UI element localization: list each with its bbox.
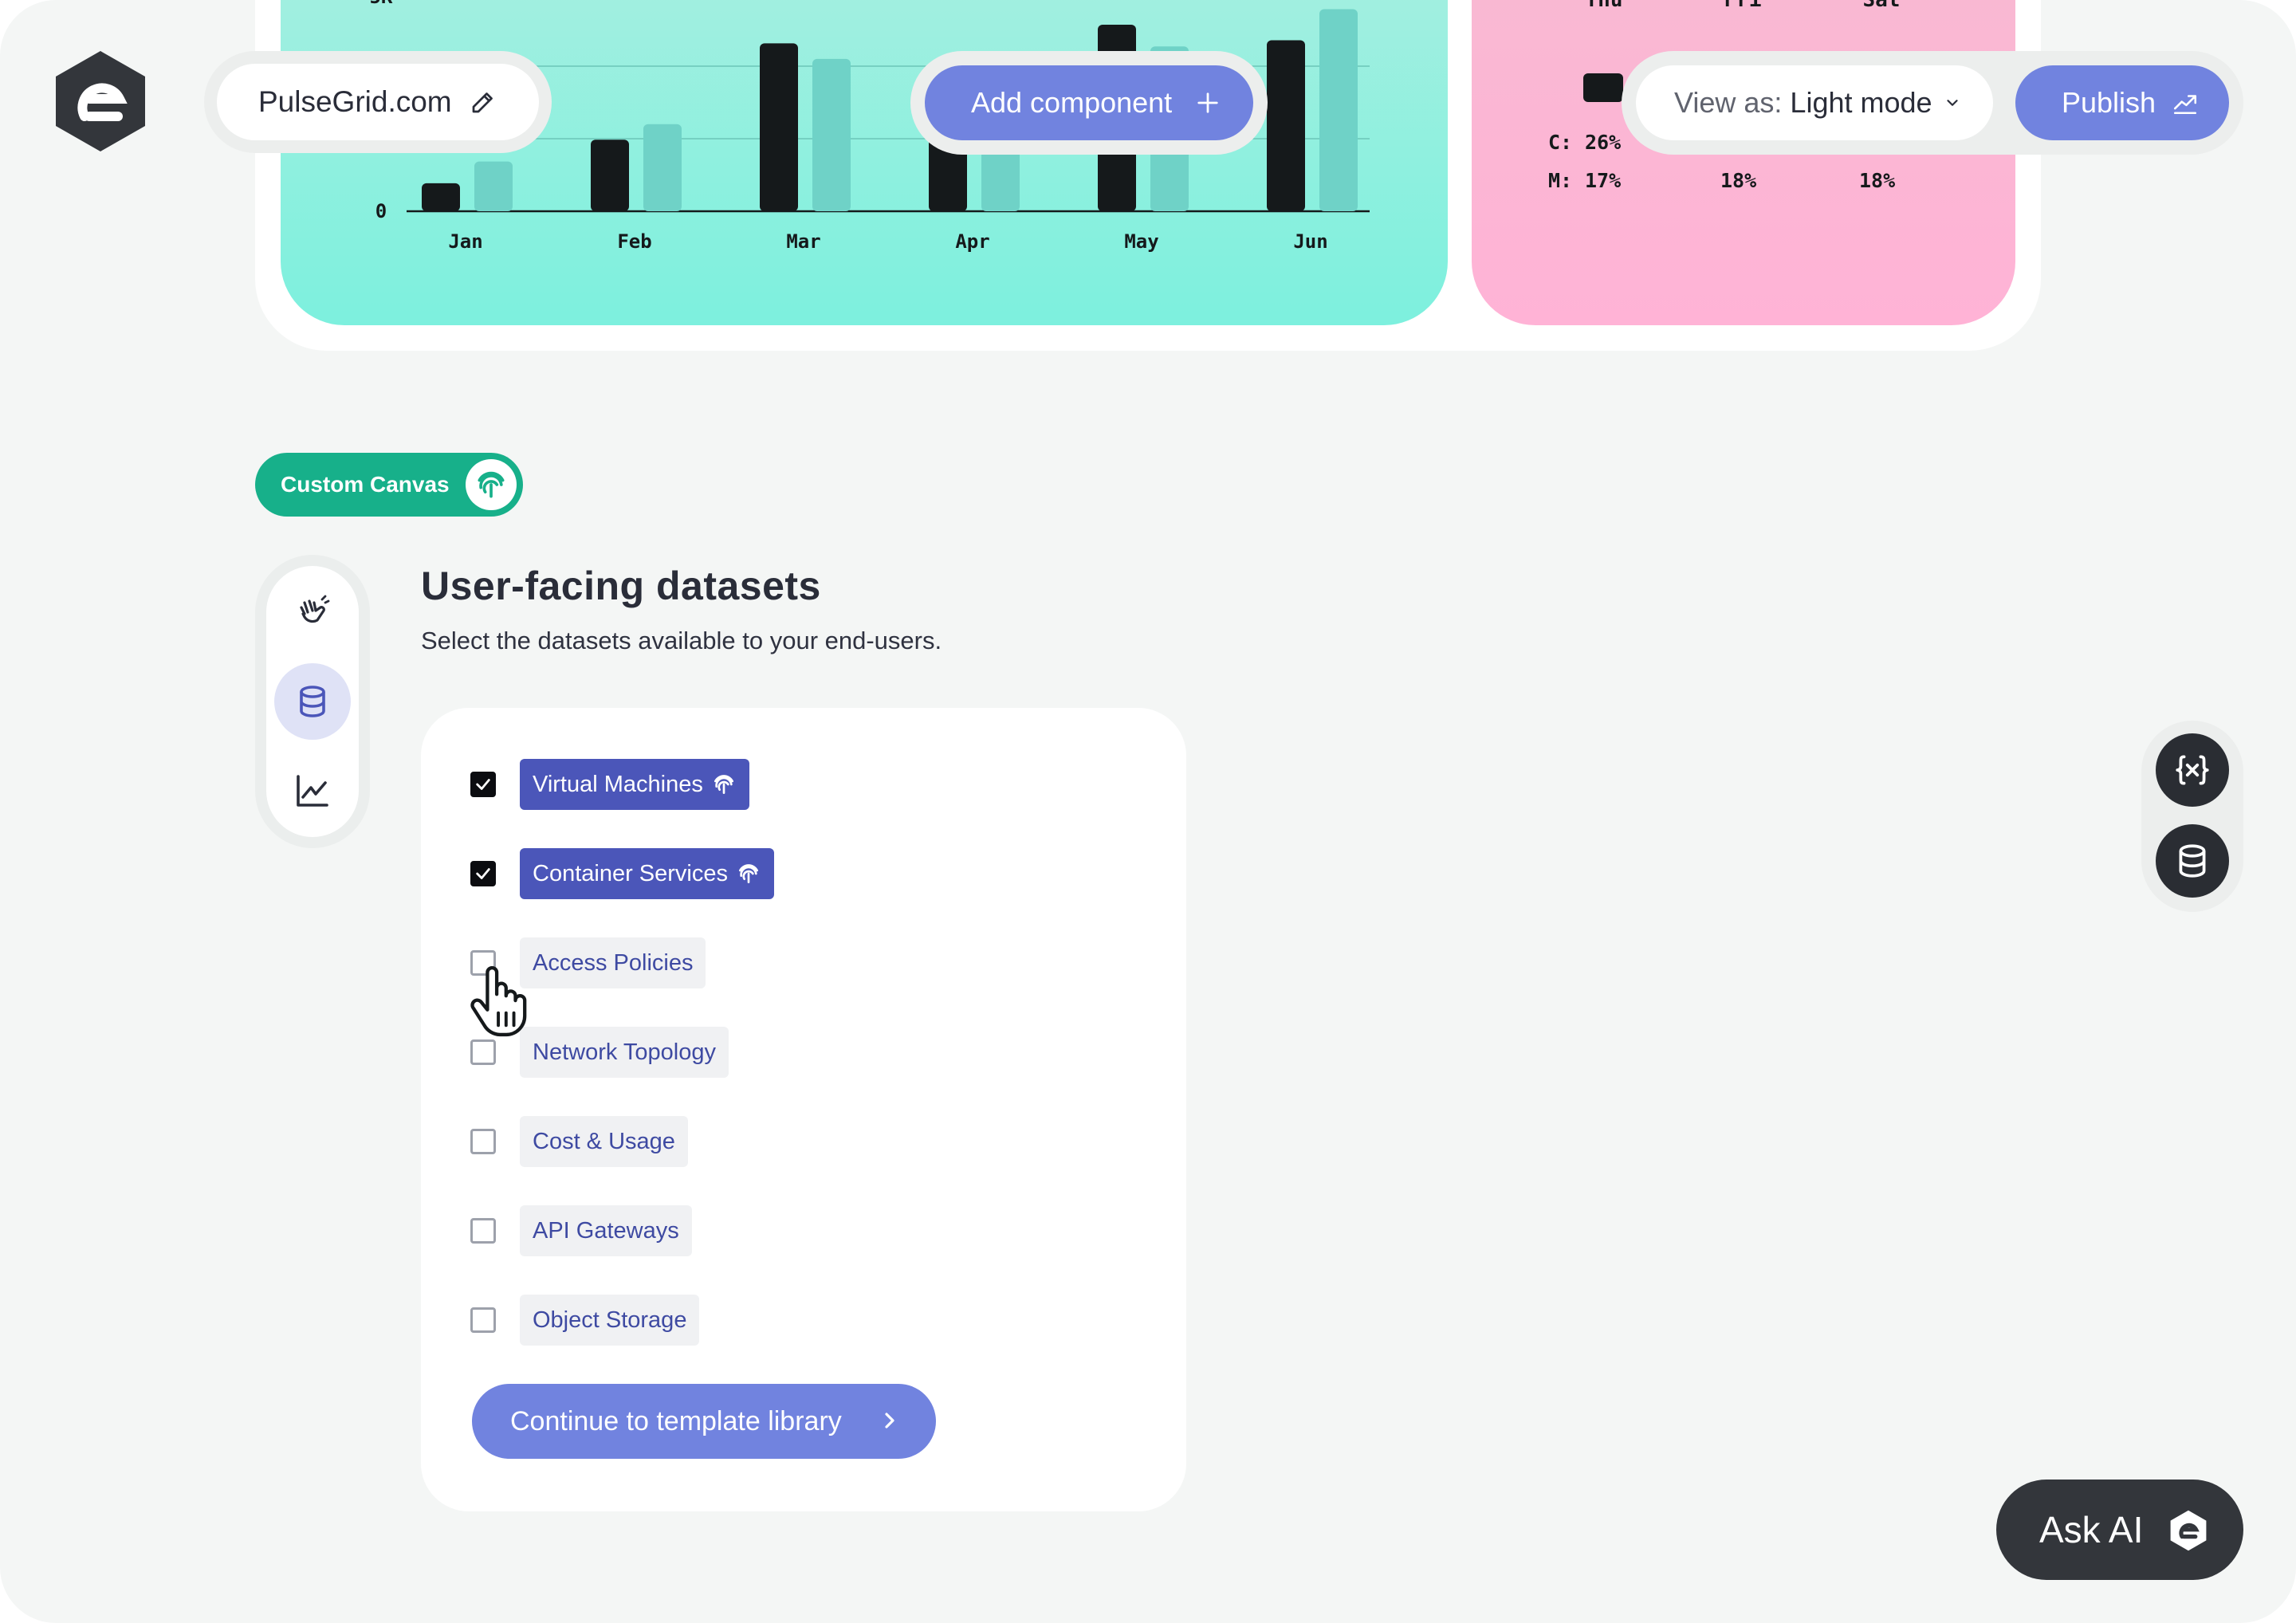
dataset-row[interactable]: Virtual Machines [470,759,749,810]
database-icon[interactable] [274,663,351,740]
bar-chart: 0 5K Jan Feb Mar Apr May Jun [370,0,1370,253]
site-name-pill[interactable]: PulseGrid.com [217,64,539,140]
dataset-chip[interactable]: Access Policies [520,937,706,988]
line-chart-icon[interactable] [274,753,351,829]
chart-y-tick-label: 5K [370,0,393,8]
add-component-button[interactable]: Add component [925,65,1253,140]
checkmark-icon [476,868,490,879]
ask-ai-button[interactable]: Ask AI [1996,1480,2243,1580]
dataset-chip[interactable]: Network Topology [520,1027,729,1078]
chart-x-tick-label: Jun [1293,230,1327,253]
metrics-row-m-value-fri: 18% [1720,169,1756,192]
metrics-row-c-label: C: [1548,131,1572,154]
section-subtitle: Select the datasets available to your en… [421,627,942,654]
metrics-row-m-value-thu: 17% [1585,169,1621,192]
metrics-row-m-label: M: [1548,169,1572,192]
dataset-label: Object Storage [533,1307,687,1333]
chevron-down-icon [1947,100,1958,106]
dataset-row[interactable]: Container Services [470,848,774,899]
dataset-chip[interactable]: API Gateways [520,1205,692,1256]
dataset-checkbox[interactable] [470,861,496,886]
plus-icon [1197,92,1218,113]
hand-cursor-icon [470,966,527,1037]
chart-bar-dark [760,43,798,212]
dataset-chip[interactable]: Object Storage [520,1295,700,1346]
chart-x-tick-label: Mar [786,230,820,253]
dataset-label: Network Topology [533,1039,716,1065]
dataset-row[interactable]: Object Storage [470,1295,700,1346]
metrics-day-fri: Fri [1724,0,1762,12]
dataset-checkbox[interactable] [470,1218,496,1244]
dataset-label: Cost & Usage [533,1128,675,1154]
metrics-row-m-value-sat: 18% [1859,169,1895,192]
dataset-row[interactable]: Cost & Usage [470,1116,688,1167]
chart-x-tick-label: Jan [448,230,482,253]
checkmark-icon [476,779,490,790]
chart-x-tick-label: May [1124,230,1158,253]
dataset-checkbox[interactable] [470,1307,496,1333]
continue-label: Continue to template library [510,1405,842,1436]
chart-bar-light [812,58,851,211]
chart-bar-dark [1267,40,1305,211]
dataset-chip[interactable]: Cost & Usage [520,1116,688,1167]
continue-template-library-button[interactable]: Continue to template library [472,1384,936,1459]
app-logo-icon[interactable] [53,49,148,153]
dataset-checkbox[interactable] [470,1039,496,1065]
dataset-label: API Gateways [533,1217,679,1244]
pencil-icon[interactable] [469,88,497,116]
dataset-label: Container Services [533,860,728,886]
chart-bar-dark [422,183,460,211]
fingerprint-icon [466,459,517,510]
chart-bar-light [643,124,682,211]
publish-button[interactable]: Publish [2015,65,2229,140]
chart-x-tick-label: Apr [955,230,989,253]
chart-bar-light [474,161,513,211]
view-as-label: View as: [1674,86,1783,119]
dataset-checkbox[interactable] [470,772,496,797]
metrics-bar [1583,73,1623,102]
hand-wave-icon[interactable] [274,574,351,650]
section-title: User-facing datasets [421,564,821,608]
publish-label: Publish [2062,86,2156,119]
chart-x-tick-label: Feb [617,230,651,253]
chart-y-tick-label: 0 [375,200,387,222]
publish-icon [2173,95,2197,115]
view-as-value: Light mode [1790,86,1932,119]
custom-canvas-tag: Custom Canvas [255,453,523,517]
ask-ai-label: Ask AI [2039,1509,2144,1550]
chevron-right-icon [885,1413,894,1428]
bar-chart-panel: 0 5K Jan Feb Mar Apr May Jun [281,0,1448,325]
dataset-checkbox[interactable] [470,1129,496,1154]
chart-bar-dark [591,140,629,211]
fingerprint-icon [711,772,737,797]
dataset-label: Virtual Machines [533,771,703,797]
view-as-dropdown[interactable]: View as: Light mode [1636,65,1993,140]
metrics-svg: Thu Fri Sat C: 26% M: 17% 18% 18% [1548,0,1901,192]
variables-icon[interactable] [2156,733,2229,807]
site-name-text: PulseGrid.com [258,85,452,118]
add-component-label: Add component [971,86,1173,119]
fingerprint-icon [736,861,761,886]
metrics-day-thu: Thu [1586,0,1623,12]
dataset-row[interactable]: API Gateways [470,1205,692,1256]
dataset-label: Access Policies [533,949,694,976]
metrics-panel: Thu Fri Sat C: 26% M: 17% 18% 18% [1472,0,2015,325]
metrics-row-c-value: 26% [1585,131,1621,154]
database-icon[interactable] [2156,824,2229,898]
dataset-chip[interactable]: Virtual Machines [520,759,749,810]
dataset-chip[interactable]: Container Services [520,848,774,899]
metrics-day-sat: Sat [1863,0,1901,12]
app-logo-icon [2170,1510,2207,1551]
chart-bar-light [1319,9,1358,211]
custom-canvas-label: Custom Canvas [281,472,450,497]
app-frame: 0 5K Jan Feb Mar Apr May Jun Thu Fri Sat C: 26%… [0,0,2296,1623]
